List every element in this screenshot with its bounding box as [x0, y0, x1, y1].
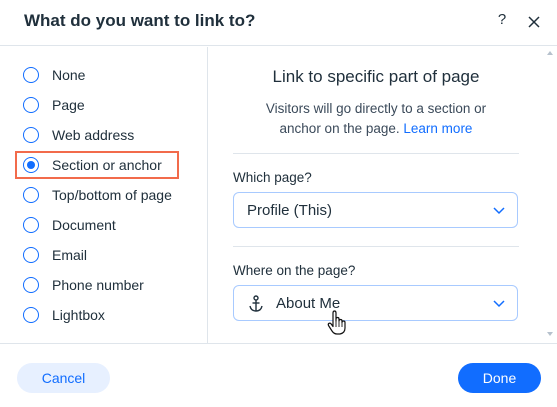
learn-more-link[interactable]: Learn more — [403, 121, 472, 136]
done-button[interactable]: Done — [458, 363, 541, 393]
radio-phone-number[interactable] — [23, 277, 39, 293]
chevron-down-icon — [493, 207, 505, 215]
scrollbar[interactable] — [544, 47, 557, 343]
dialog-header: What do you want to link to? ? — [0, 0, 557, 46]
close-button[interactable] — [524, 12, 544, 32]
option-phone-number[interactable]: Phone number — [23, 274, 203, 296]
help-button[interactable]: ? — [493, 11, 511, 31]
option-label: Email — [52, 247, 88, 263]
radio-top-bottom-of-page[interactable] — [23, 187, 39, 203]
link-dialog: What do you want to link to? ? None Page… — [0, 0, 557, 407]
chevron-down-icon — [493, 300, 505, 308]
which-page-dropdown[interactable]: Profile (This) — [233, 192, 518, 228]
close-icon — [528, 16, 540, 28]
option-lightbox[interactable]: Lightbox — [23, 304, 203, 326]
where-on-page-label: Where on the page? — [233, 263, 356, 278]
option-top-bottom-of-page[interactable]: Top/bottom of page — [23, 184, 203, 206]
radio-page[interactable] — [23, 97, 39, 113]
option-label: Top/bottom of page — [52, 187, 172, 203]
option-label: Lightbox — [52, 307, 105, 323]
option-none[interactable]: None — [23, 64, 203, 86]
radio-lightbox[interactable] — [23, 307, 39, 323]
scroll-down-arrow-icon[interactable] — [547, 332, 553, 336]
option-document[interactable]: Document — [23, 214, 203, 236]
option-label: Document — [52, 217, 116, 233]
option-label: None — [52, 67, 86, 83]
cancel-button[interactable]: Cancel — [17, 363, 110, 393]
option-section-or-anchor[interactable]: Section or anchor — [23, 154, 203, 176]
radio-none[interactable] — [23, 67, 39, 83]
option-label: Web address — [52, 127, 135, 143]
radio-email[interactable] — [23, 247, 39, 263]
option-page[interactable]: Page — [23, 94, 203, 116]
option-label: Section or anchor — [52, 157, 162, 173]
option-label: Phone number — [52, 277, 144, 293]
radio-section-or-anchor[interactable] — [23, 157, 39, 173]
dialog-footer: Cancel Done — [0, 343, 557, 407]
panel-title: Link to specific part of page — [272, 67, 480, 86]
which-page-value: Profile (This) — [247, 202, 333, 219]
link-type-list: None Page Web address Section or anchor … — [0, 47, 208, 343]
scroll-up-arrow-icon[interactable] — [547, 51, 553, 55]
anchor-icon — [249, 295, 263, 312]
option-web-address[interactable]: Web address — [23, 124, 203, 146]
description-line-1: Visitors will go directly to a section o… — [265, 101, 487, 116]
divider — [233, 153, 519, 154]
hand-pointer-icon — [327, 310, 346, 335]
option-email[interactable]: Email — [23, 244, 203, 266]
radio-web-address[interactable] — [23, 127, 39, 143]
link-settings-panel: Link to specific part of page Visitors w… — [209, 47, 557, 343]
which-page-label: Which page? — [233, 170, 312, 185]
option-label: Page — [52, 97, 85, 113]
where-on-page-dropdown[interactable]: About Me — [233, 285, 518, 321]
dialog-title: What do you want to link to? — [24, 11, 256, 30]
panel-description: Visitors will go directly to a section o… — [233, 99, 519, 139]
description-line-2: anchor on the page. — [279, 121, 400, 136]
divider — [233, 246, 519, 247]
radio-document[interactable] — [23, 217, 39, 233]
